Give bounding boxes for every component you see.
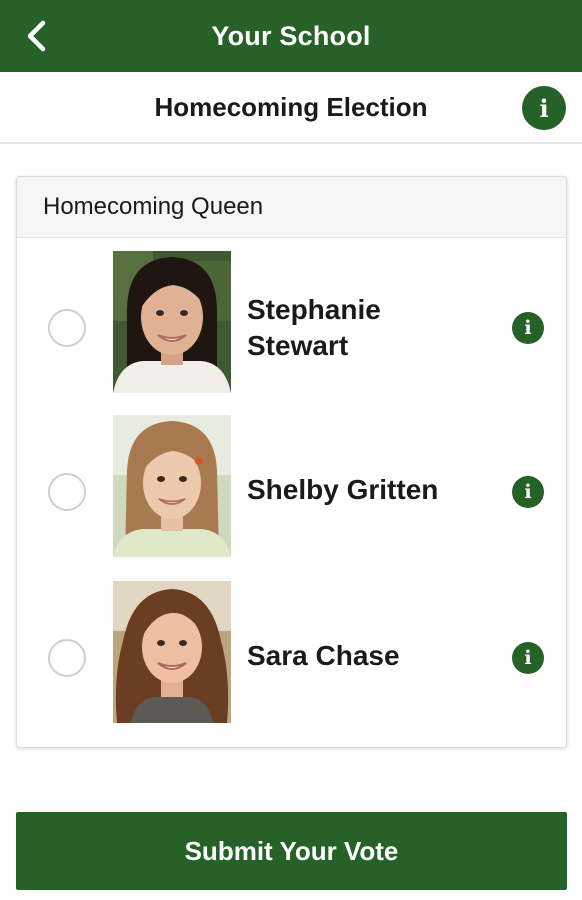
candidate-name: Shelby Gritten bbox=[247, 474, 439, 505]
info-glyph: i bbox=[524, 647, 532, 669]
category-header: Homecoming Queen bbox=[17, 177, 566, 238]
app-bar: Your School bbox=[0, 0, 582, 72]
candidate-info-icon[interactable]: i bbox=[512, 642, 544, 674]
ballot-card: Homecoming Queen Stephanie Stewart i She… bbox=[16, 176, 567, 748]
chevron-left-icon bbox=[27, 20, 46, 52]
candidate-photo bbox=[113, 415, 231, 557]
submit-vote-button[interactable]: Submit Your Vote bbox=[16, 812, 567, 890]
candidate-row[interactable]: Sara Chase i bbox=[17, 581, 566, 723]
candidate-name: Stephanie Stewart bbox=[247, 294, 381, 361]
app-title: Your School bbox=[211, 20, 371, 51]
info-glyph: i bbox=[524, 481, 532, 503]
category-title: Homecoming Queen bbox=[43, 193, 264, 220]
election-title: Homecoming Election bbox=[154, 91, 428, 122]
election-info-icon[interactable]: i bbox=[522, 86, 566, 130]
candidate-photo bbox=[113, 251, 231, 393]
candidate-photo bbox=[113, 581, 231, 723]
candidate-radio[interactable] bbox=[48, 639, 86, 677]
info-glyph: i bbox=[524, 317, 532, 339]
candidate-info-icon[interactable]: i bbox=[512, 476, 544, 508]
info-glyph: i bbox=[539, 93, 549, 123]
back-button[interactable] bbox=[14, 14, 58, 58]
candidate-row[interactable]: Shelby Gritten i bbox=[17, 415, 566, 557]
candidate-info-icon[interactable]: i bbox=[512, 312, 544, 344]
candidate-radio[interactable] bbox=[48, 309, 86, 347]
candidate-row[interactable]: Stephanie Stewart i bbox=[17, 251, 566, 393]
candidate-radio[interactable] bbox=[48, 473, 86, 511]
election-header: Homecoming Election i bbox=[0, 72, 582, 144]
candidate-name: Sara Chase bbox=[247, 640, 400, 671]
